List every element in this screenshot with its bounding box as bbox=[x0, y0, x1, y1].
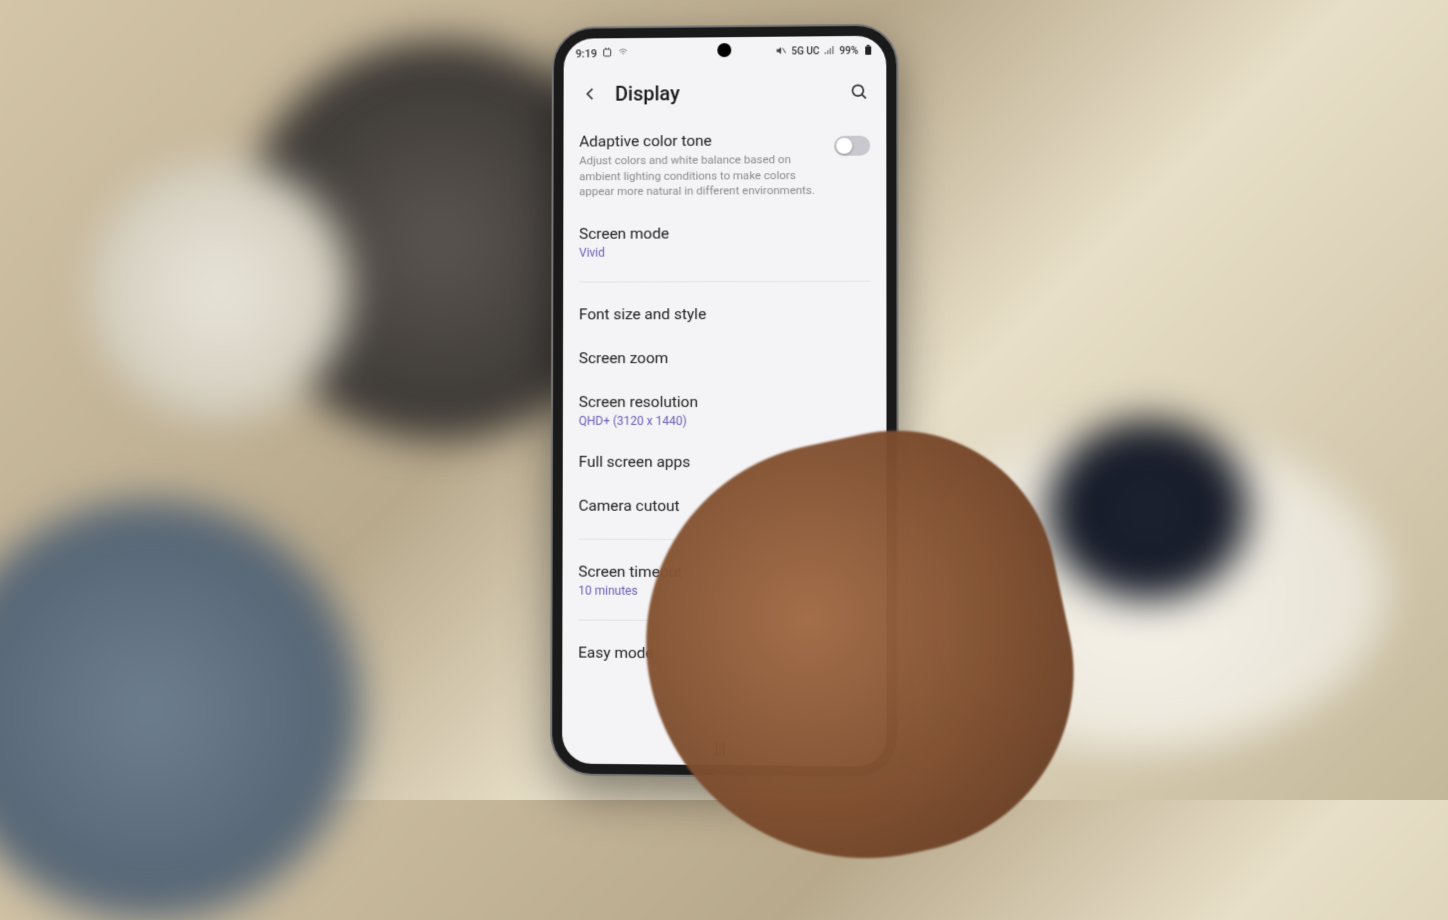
setting-title: Screen resolution bbox=[579, 392, 871, 412]
setting-screen-resolution[interactable]: Screen resolution QHD+ (3120 x 1440) bbox=[579, 380, 871, 440]
toggle-knob bbox=[836, 138, 852, 154]
setting-title: Adaptive color tone bbox=[579, 130, 822, 152]
setting-font-size-style[interactable]: Font size and style bbox=[579, 292, 870, 337]
camera-punch-hole bbox=[717, 43, 731, 57]
setting-value: QHD+ (3120 x 1440) bbox=[579, 414, 871, 428]
search-icon bbox=[849, 82, 869, 102]
setting-description: Adjust colors and white balance based on… bbox=[579, 152, 822, 200]
search-button[interactable] bbox=[848, 81, 870, 103]
battery-label: 99% bbox=[839, 45, 858, 56]
setting-title: Screen zoom bbox=[579, 348, 871, 368]
status-time: 9:19 bbox=[576, 47, 597, 60]
page-header: Display bbox=[564, 62, 887, 120]
divider bbox=[579, 281, 870, 283]
mute-icon bbox=[775, 44, 787, 59]
setting-screen-mode[interactable]: Screen mode Vivid bbox=[579, 210, 870, 271]
battery-icon bbox=[862, 43, 874, 58]
adaptive-color-toggle[interactable] bbox=[834, 136, 870, 156]
setting-adaptive-color-tone[interactable]: Adaptive color tone Adjust colors and wh… bbox=[579, 118, 870, 212]
network-label: 5G UC bbox=[791, 46, 819, 57]
setting-title: Font size and style bbox=[579, 304, 870, 325]
setting-title: Screen mode bbox=[579, 222, 870, 243]
page-title: Display bbox=[615, 80, 834, 106]
signal-icon bbox=[823, 44, 835, 59]
back-button[interactable] bbox=[579, 83, 601, 105]
wifi-icon bbox=[617, 46, 629, 61]
notification-icon bbox=[601, 46, 613, 61]
setting-value: Vivid bbox=[579, 244, 870, 259]
setting-screen-zoom[interactable]: Screen zoom bbox=[579, 336, 871, 380]
chevron-left-icon bbox=[581, 85, 599, 103]
